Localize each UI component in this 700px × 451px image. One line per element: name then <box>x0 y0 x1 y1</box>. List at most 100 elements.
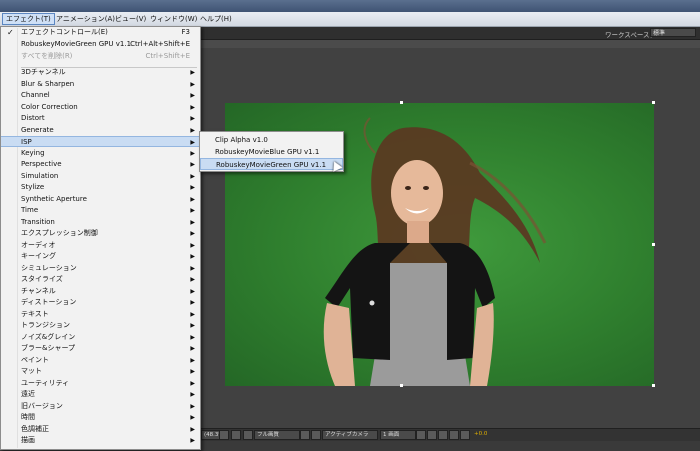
submenu-arrow-icon: ▶ <box>190 139 195 146</box>
submenu-arrow-icon: ▶ <box>190 356 195 364</box>
menu-category-item[interactable]: Synthetic Aperture ▶ <box>1 194 200 205</box>
menu-category-item[interactable]: ブラー&シャープ ▶ <box>1 343 200 354</box>
submenu-arrow-icon: ▶ <box>190 149 195 157</box>
menu-category-item[interactable]: ISP ▶ <box>1 136 200 147</box>
menu-category-item[interactable]: ペイント ▶ <box>1 355 200 366</box>
submenu-arrow-icon: ▶ <box>190 391 195 398</box>
menu-item[interactable]: RobuskeyMovieGreen GPU v1.1 Ctrl+Alt+Shif… <box>1 39 200 50</box>
menu-item-label: ブラー&シャープ <box>21 344 76 352</box>
workspace-select[interactable]: 標準 <box>650 28 696 37</box>
menu-category-item[interactable]: 旧バージョン ▶ <box>1 401 200 412</box>
menu-category-item[interactable]: Generate ▶ <box>1 125 200 136</box>
submenu-arrow-icon: ▶ <box>190 437 195 444</box>
submenu-arrow-icon: ▶ <box>190 402 195 410</box>
region-of-interest-icon[interactable] <box>300 430 310 440</box>
submenu-arrow-icon: ▶ <box>190 69 195 76</box>
menu-animation[interactable]: アニメーション(A) <box>53 14 118 24</box>
menu-category-item[interactable]: 3Dチャンネル ▶ <box>1 67 200 78</box>
flowchart-icon[interactable] <box>449 430 459 440</box>
menu-category-item[interactable]: Time ▶ <box>1 205 200 216</box>
submenu-arrow-icon: ▶ <box>190 126 195 134</box>
submenu-arrow-icon: ▶ <box>190 195 195 203</box>
exposure-icon[interactable] <box>460 430 470 440</box>
menu-item-label: 時間 <box>21 413 35 421</box>
submenu-item[interactable]: RobuskeyMovieBlue GPU v1.1 <box>200 146 343 158</box>
menu-item[interactable]: ✓ エフェクトコントロール(E) F3 <box>1 27 200 38</box>
transform-handle[interactable] <box>400 101 403 104</box>
submenu-arrow-icon: ▶ <box>190 310 195 318</box>
menu-item-label: Distort <box>21 114 45 122</box>
submenu-arrow-icon: ▶ <box>190 253 195 260</box>
menu-category-item[interactable]: Perspective ▶ <box>1 159 200 170</box>
timeline-icon[interactable] <box>438 430 448 440</box>
menu-item-label: RobuskeyMovieGreen GPU v1.1 <box>21 40 132 48</box>
submenu-arrow-icon: ▶ <box>190 368 195 375</box>
menu-item-label: チャンネル <box>21 286 56 295</box>
submenu-arrow-icon: ▶ <box>190 276 195 283</box>
menu-category-item[interactable]: シミュレーション ▶ <box>1 263 200 274</box>
menu-window[interactable]: ウィンドウ(W) <box>147 14 200 24</box>
menu-item-label: シミュレーション <box>21 263 77 272</box>
submenu-arrow-icon: ▶ <box>190 264 195 272</box>
title-bar <box>0 0 700 12</box>
transparency-grid-icon[interactable] <box>311 430 321 440</box>
menu-view[interactable]: ビュー(V) <box>112 14 149 24</box>
menu-item[interactable]: すべてを削除(R) Ctrl+Shift+E <box>1 51 200 62</box>
menu-item-label: キーイング <box>21 252 56 260</box>
exposure-value[interactable]: +0.0 <box>472 430 489 438</box>
submenu-item-label: RobuskeyMovieGreen GPU v1.1 <box>216 161 327 169</box>
menu-effect[interactable]: エフェクト(T) <box>2 13 55 25</box>
menu-item-label: スタイライズ <box>21 275 63 283</box>
menu-item-label: Keying <box>21 148 45 157</box>
menu-category-item[interactable]: オーディオ ▶ <box>1 240 200 251</box>
fast-previews-icon[interactable] <box>427 430 437 440</box>
menu-item-label: Stylize <box>21 183 45 191</box>
menu-help[interactable]: ヘルプ(H) <box>197 14 235 24</box>
menu-item-label: テキスト <box>21 309 49 318</box>
submenu-item[interactable]: Clip Alpha v1.0 <box>200 134 343 146</box>
transform-handle[interactable] <box>400 384 403 387</box>
menu-category-item[interactable]: ノイズ&グレイン ▶ <box>1 332 200 343</box>
transform-handle[interactable] <box>652 243 655 246</box>
menu-category-item[interactable]: Distort ▶ <box>1 113 200 124</box>
composition-panel-tab[interactable] <box>200 40 700 48</box>
submenu-arrow-icon: ▶ <box>190 184 195 191</box>
menu-category-item[interactable]: マット ▶ <box>1 366 200 377</box>
menu-category-item[interactable]: Simulation ▶ <box>1 171 200 182</box>
camera-select[interactable]: アクティブカメラ <box>322 430 378 440</box>
menu-category-item[interactable]: 遠近 ▶ <box>1 389 200 400</box>
transform-handle[interactable] <box>652 384 655 387</box>
menu-category-item[interactable]: Channel ▶ <box>1 90 200 101</box>
menu-category-item[interactable]: スタイライズ ▶ <box>1 274 200 285</box>
menu-item-label: ノイズ&グレイン <box>21 332 76 341</box>
menu-category-item[interactable]: Blur & Sharpen ▶ <box>1 79 200 90</box>
submenu-item[interactable]: RobuskeyMovieGreen GPU v1.1 <box>200 158 343 170</box>
menu-category-item[interactable]: キーイング ▶ <box>1 251 200 262</box>
menu-category-item[interactable]: チャンネル ▶ <box>1 286 200 297</box>
menu-category-item[interactable]: 色調補正 ▶ <box>1 424 200 435</box>
menu-item-label: Simulation <box>21 171 59 180</box>
menu-category-item[interactable]: エクスプレッション制御 ▶ <box>1 228 200 239</box>
transform-handle[interactable] <box>652 101 655 104</box>
snapshot-icon[interactable] <box>219 430 229 440</box>
show-snapshot-icon[interactable] <box>231 430 241 440</box>
menu-category-item[interactable]: 描画 ▶ <box>1 435 200 446</box>
channel-icon[interactable] <box>243 430 253 440</box>
menu-item-label: Transition <box>21 217 55 226</box>
menu-item-label: 旧バージョン <box>21 401 63 410</box>
menu-category-item[interactable]: Transition ▶ <box>1 217 200 228</box>
menu-category-item[interactable]: Stylize ▶ <box>1 182 200 193</box>
resolution-select[interactable]: フル画質 <box>254 430 300 440</box>
menu-category-item[interactable]: 時間 ▶ <box>1 412 200 423</box>
menu-category-item[interactable]: ディストーション ▶ <box>1 297 200 308</box>
menu-category-item[interactable]: テキスト ▶ <box>1 309 200 320</box>
submenu-arrow-icon: ▶ <box>190 241 195 249</box>
toggle-pixel-aspect-icon[interactable] <box>416 430 426 440</box>
menu-category-item[interactable]: Color Correction ▶ <box>1 102 200 113</box>
menu-category-item[interactable]: Keying ▶ <box>1 148 200 159</box>
menu-item-label: ディストーション <box>21 298 77 306</box>
menu-category-item[interactable]: トランジション ▶ <box>1 320 200 331</box>
views-select[interactable]: 1 画面 <box>380 430 416 440</box>
menu-bar: エフェクト(T) アニメーション(A) ビュー(V) ウィンドウ(W) ヘルプ(… <box>0 12 700 27</box>
menu-category-item[interactable]: ユーティリティ ▶ <box>1 378 200 389</box>
